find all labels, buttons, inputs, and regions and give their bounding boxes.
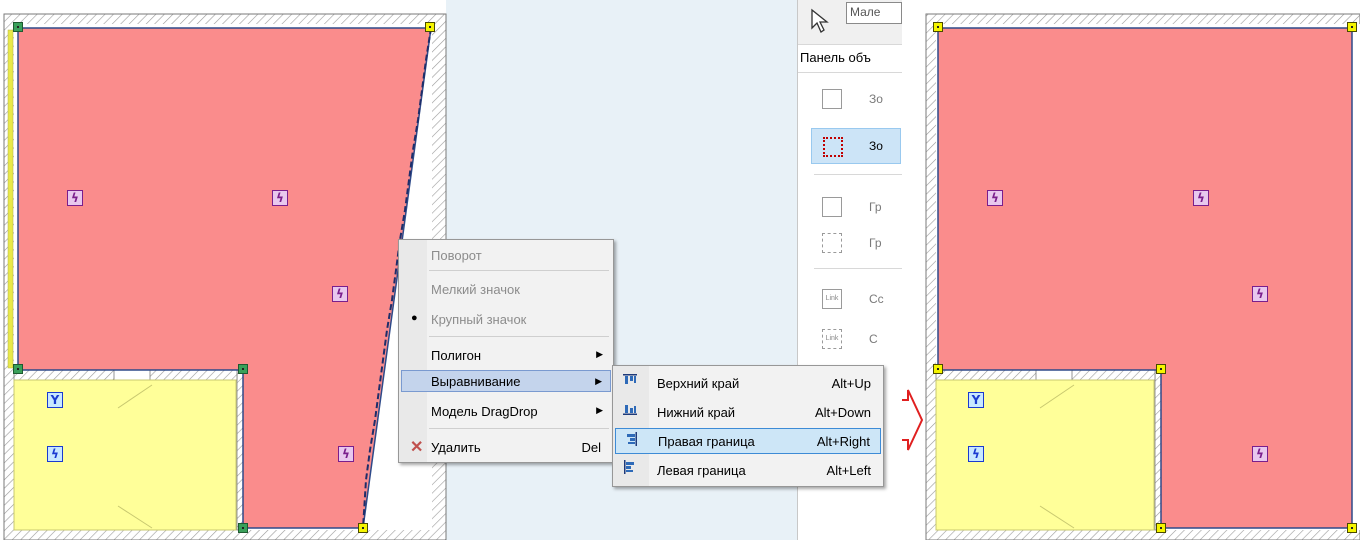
menu-item-alignment[interactable]: Выравнивание ▶ (401, 370, 611, 392)
menu-item-small-icon[interactable]: Мелкий значок (401, 278, 611, 300)
stairs-icon[interactable]: ϟ (987, 190, 1003, 206)
align-top-icon (623, 374, 637, 384)
panel-item-group-2[interactable]: Гр (814, 226, 902, 260)
link-dashed-icon: Link (822, 329, 842, 349)
menu-item-rotate[interactable]: Поворот (401, 244, 611, 266)
submenu-item-align-right[interactable]: Правая граница Alt+Right (615, 428, 881, 454)
pointer-tool-icon[interactable] (806, 6, 836, 36)
vertex-handle[interactable] (1156, 523, 1166, 533)
vertex-handle[interactable] (1347, 523, 1357, 533)
submenu-arrow-icon: ▶ (596, 349, 603, 359)
stairs-icon[interactable]: ϟ (332, 286, 348, 302)
panel-toolbar: Мале (798, 0, 902, 45)
search-placeholder: Мале (850, 5, 881, 19)
panel-item-zone-selected[interactable]: Зо (811, 128, 901, 164)
vertex-handle[interactable] (1156, 364, 1166, 374)
submenu-item-align-bottom[interactable]: Нижний край Alt+Down (615, 399, 881, 425)
vertex-handle[interactable] (13, 364, 23, 374)
submenu-item-align-left[interactable]: Левая граница Alt+Left (615, 457, 881, 483)
menu-item-dragdrop-model[interactable]: Модель DragDrop ▶ (401, 400, 611, 422)
vertex-handle[interactable] (13, 22, 23, 32)
group-icon (822, 197, 842, 217)
stairs-icon[interactable]: ϟ (1252, 286, 1268, 302)
group-dashed-icon (822, 233, 842, 253)
stairs-icon[interactable]: ϟ (1193, 190, 1209, 206)
vertex-handle[interactable] (425, 22, 435, 32)
context-menu: Поворот Мелкий значок ● Крупный значок П… (398, 239, 614, 463)
menu-item-delete[interactable]: ✕ Удалить Del (401, 436, 611, 458)
alignment-submenu: Верхний край Alt+Up Нижний край Alt+Down… (612, 365, 884, 487)
stairs-icon[interactable]: ϟ (338, 446, 354, 462)
panel-item-link[interactable]: Link Сс (814, 282, 902, 316)
stairs-icon[interactable]: ϟ (1252, 446, 1268, 462)
submenu-arrow-icon: ▶ (596, 405, 603, 415)
menu-item-polygon[interactable]: Полигон ▶ (401, 344, 611, 366)
panel-item-group[interactable]: Гр (814, 190, 902, 224)
vertex-handle[interactable] (933, 22, 943, 32)
link-icon: Link (822, 289, 842, 309)
stairs-icon[interactable]: ϟ (272, 190, 288, 206)
stairs-icon[interactable]: ϟ (968, 446, 984, 462)
stairs-icon[interactable]: ϟ (67, 190, 83, 206)
menu-item-large-icon[interactable]: ● Крупный значок (401, 308, 611, 330)
fork-icon[interactable]: Y (968, 392, 984, 408)
zone-icon (822, 89, 842, 109)
stairs-icon[interactable]: ϟ (47, 446, 63, 462)
panel-item-zone[interactable]: Зо (814, 82, 902, 116)
vertex-handle[interactable] (238, 364, 248, 374)
delete-x-icon: ✕ (410, 439, 424, 456)
align-bottom-icon (623, 405, 637, 415)
vertex-handle[interactable] (358, 523, 368, 533)
vertex-handle[interactable] (238, 523, 248, 533)
panel-item-link-2[interactable]: Link С (814, 322, 902, 356)
checked-bullet-icon: ● (411, 312, 418, 324)
vertex-handle[interactable] (933, 364, 943, 374)
submenu-item-align-top[interactable]: Верхний край Alt+Up (615, 370, 881, 396)
panel-title: Панель объ (800, 50, 871, 65)
fork-icon[interactable]: Y (47, 392, 63, 408)
align-left-icon (624, 460, 634, 474)
zone-selected-icon (823, 137, 843, 157)
search-field[interactable]: Мале (846, 2, 902, 24)
vertex-handle[interactable] (1347, 22, 1357, 32)
align-right-icon (627, 432, 637, 446)
submenu-arrow-icon: ▶ (595, 376, 602, 386)
